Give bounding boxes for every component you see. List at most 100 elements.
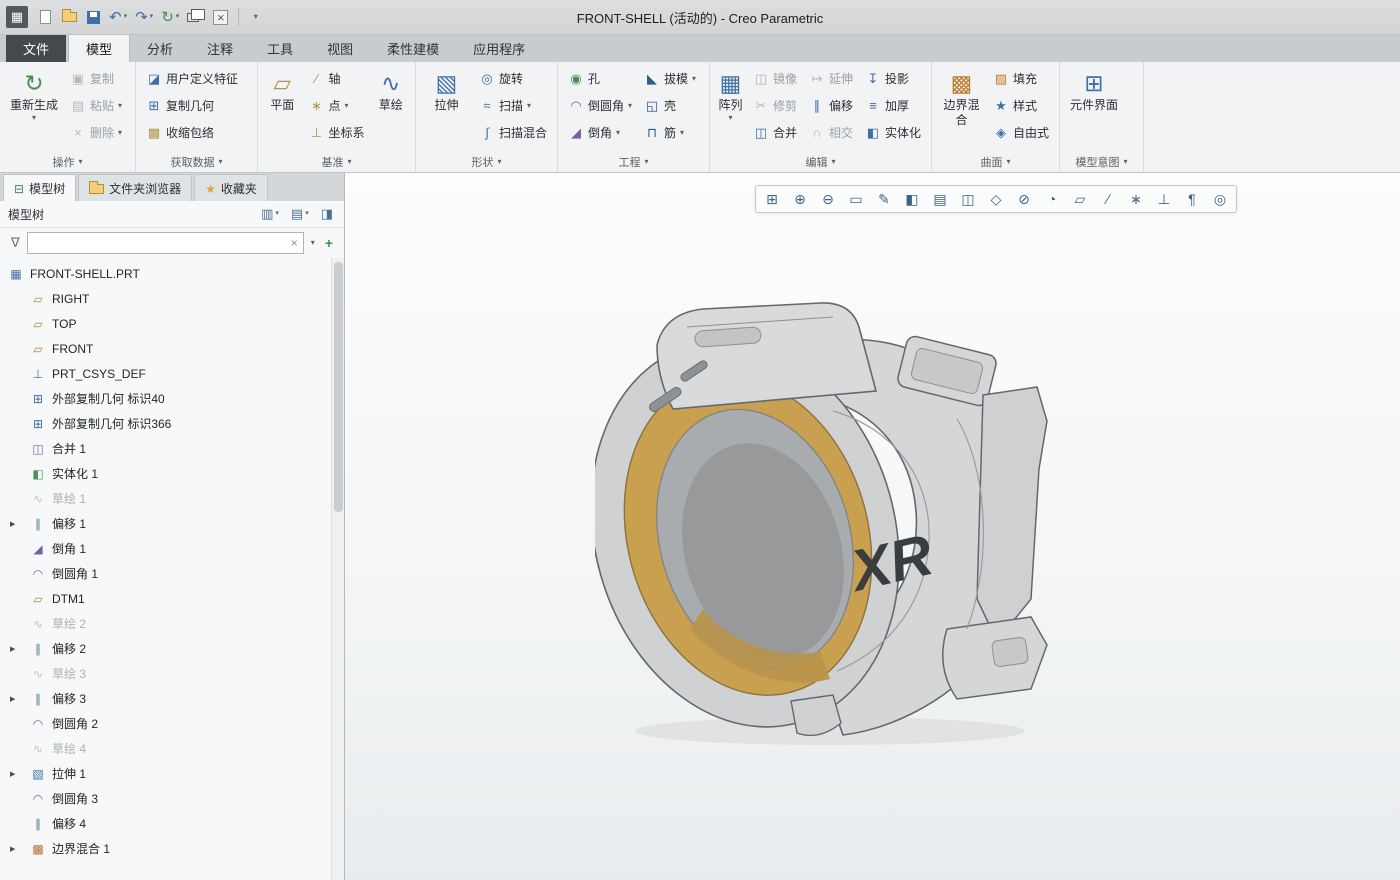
expand-arrow-icon[interactable]: ▶ <box>10 520 15 528</box>
axis-display-button[interactable]: ∕ <box>1094 187 1122 211</box>
tab-model-tree[interactable]: ⊟ 模型树 <box>3 174 76 201</box>
point-display-button[interactable]: ∗ <box>1122 187 1150 211</box>
datum-csys-button[interactable]: ⊥坐标系 <box>303 119 369 146</box>
fill-button[interactable]: ▨填充 <box>988 65 1054 92</box>
boundary-blend-button[interactable]: ▩ 边界混合 <box>937 65 986 129</box>
offset-button[interactable]: ∥偏移 <box>804 92 858 119</box>
tree-item[interactable]: ▱FRONT <box>0 336 344 361</box>
sweep-button[interactable]: ≈扫描▾ <box>474 92 552 119</box>
perspective-button[interactable]: ◇ <box>982 187 1010 211</box>
draft-button[interactable]: ◣拔模▾ <box>639 65 701 92</box>
tree-item[interactable]: ▶∥偏移 1 <box>0 511 344 536</box>
round-button[interactable]: ◠倒圆角▾ <box>563 92 637 119</box>
datum-point-button[interactable]: ∗点▾ <box>303 92 369 119</box>
section-button[interactable]: ⊘ <box>1010 187 1038 211</box>
solidify-button[interactable]: ◧实体化 <box>860 119 926 146</box>
tree-item[interactable]: ▱TOP <box>0 311 344 336</box>
shrinkwrap-button[interactable]: ▩收缩包络 <box>141 119 243 146</box>
tab-file[interactable]: 文件 <box>6 34 66 62</box>
udf-button[interactable]: ◪用户定义特征 <box>141 65 243 92</box>
tree-item[interactable]: ∿草绘 4 <box>0 736 344 761</box>
redo-caret-icon[interactable]: ▾ <box>150 12 154 22</box>
tree-item[interactable]: ◧实体化 1 <box>0 461 344 486</box>
spin-center-button[interactable]: ◎ <box>1206 187 1234 211</box>
clear-search-icon[interactable]: × <box>291 236 298 250</box>
tab-applications[interactable]: 应用程序 <box>456 34 542 62</box>
csys-display-button[interactable]: ⊥ <box>1150 187 1178 211</box>
datum-display-filters-button[interactable]: ▱ <box>1066 187 1094 211</box>
intersect-button[interactable]: ∩相交 <box>804 119 858 146</box>
tree-item[interactable]: ∥偏移 4 <box>0 811 344 836</box>
tree-item[interactable]: ▶∥偏移 2 <box>0 636 344 661</box>
undo-button[interactable]: ↶▾ <box>106 5 130 29</box>
tab-analysis[interactable]: 分析 <box>130 34 190 62</box>
tree-item[interactable]: ∿草绘 1 <box>0 486 344 511</box>
tree-item[interactable]: ◢倒角 1 <box>0 536 344 561</box>
tab-favorites[interactable]: ★ 收藏夹 <box>194 174 268 201</box>
expand-arrow-icon[interactable]: ▶ <box>10 770 15 778</box>
customize-toolbar-button[interactable]: ▾ <box>245 5 267 29</box>
group-label-operations[interactable]: 操作▾ <box>0 152 135 172</box>
tab-model[interactable]: 模型 <box>68 33 130 62</box>
hole-button[interactable]: ◉孔 <box>563 65 637 92</box>
tree-item[interactable]: ⊥PRT_CSYS_DEF <box>0 361 344 386</box>
close-window-button[interactable]: × <box>210 5 232 29</box>
chamfer-button[interactable]: ◢倒角▾ <box>563 119 637 146</box>
project-button[interactable]: ↧投影 <box>860 65 926 92</box>
tab-view[interactable]: 视图 <box>310 34 370 62</box>
zoom-box-button[interactable]: ⊞ <box>758 187 786 211</box>
tab-flex-modeling[interactable]: 柔性建模 <box>370 34 456 62</box>
tree-item[interactable]: ▶∥偏移 3 <box>0 686 344 711</box>
tree-item[interactable]: ▶▩边界混合 1 <box>0 836 344 861</box>
trim-button[interactable]: ✂修剪 <box>748 92 802 119</box>
tree-item[interactable]: ▶▧拉伸 1 <box>0 761 344 786</box>
zoom-out-button[interactable]: ⊖ <box>814 187 842 211</box>
graphics-area[interactable]: ⊞ ⊕ ⊖ ▭ ✎ ◧ ▤ ◫ ◇ ⊘ ◔ ▱ ∕ ∗ ⊥ ¶ ◎ <box>345 173 1400 880</box>
view-manager-button[interactable]: ◫ <box>954 187 982 211</box>
group-label-get-data[interactable]: 获取数据▾ <box>136 152 257 172</box>
tab-folder-browser[interactable]: 文件夹浏览器 <box>78 174 192 201</box>
regenerate-button[interactable]: ↻ 重新生成 ▾ <box>5 65 63 124</box>
scrollbar-thumb[interactable] <box>334 262 343 512</box>
delete-button[interactable]: ×删除▾ <box>65 119 127 146</box>
datum-axis-button[interactable]: ∕轴 <box>303 65 369 92</box>
pattern-button[interactable]: ▦ 阵列 ▾ <box>715 65 746 124</box>
copy-geometry-button[interactable]: ⊞复制几何 <box>141 92 243 119</box>
extrude-button[interactable]: ▧ 拉伸 <box>421 65 472 114</box>
extend-button[interactable]: ↦延伸 <box>804 65 858 92</box>
open-file-button[interactable] <box>58 5 80 29</box>
repaint-button[interactable]: ✎ <box>870 187 898 211</box>
tree-display-button[interactable]: ▤▾ <box>288 204 312 224</box>
regenerate-caret-icon[interactable]: ▾ <box>176 12 180 22</box>
tree-item[interactable]: ⊞外部复制几何 标识40 <box>0 386 344 411</box>
tree-item[interactable]: ∿草绘 3 <box>0 661 344 686</box>
group-label-model-intent[interactable]: 模型意图▾ <box>1060 152 1143 172</box>
filter-button[interactable]: ∇ <box>8 233 23 253</box>
tree-scrollbar[interactable] <box>331 258 344 880</box>
expand-arrow-icon[interactable]: ▶ <box>10 645 15 653</box>
paste-button[interactable]: ▤粘贴▾ <box>65 92 127 119</box>
model-3d-view[interactable]: XR <box>595 299 1065 749</box>
expand-arrow-icon[interactable]: ▶ <box>10 695 15 703</box>
group-label-shapes[interactable]: 形状▾ <box>416 152 557 172</box>
annotation-display-button[interactable]: ¶ <box>1178 187 1206 211</box>
refit-button[interactable]: ▭ <box>842 187 870 211</box>
tree-item[interactable]: ◫合并 1 <box>0 436 344 461</box>
regenerate-quick-button[interactable]: ↻▾ <box>158 5 182 29</box>
shell-button[interactable]: ◱壳 <box>639 92 701 119</box>
windows-button[interactable]: ▾ <box>184 5 208 29</box>
rib-button[interactable]: ⊓筋▾ <box>639 119 701 146</box>
tab-tools[interactable]: 工具 <box>250 34 310 62</box>
group-label-engineering[interactable]: 工程▾ <box>558 152 709 172</box>
app-logo-icon[interactable]: ▦ <box>6 6 28 28</box>
group-label-editing[interactable]: 编辑▾ <box>710 152 931 172</box>
tab-annotate[interactable]: 注释 <box>190 34 250 62</box>
group-label-datum[interactable]: 基准▾ <box>258 152 415 172</box>
panel-options-button[interactable]: ◨ <box>318 204 336 224</box>
tree-search-input[interactable] <box>33 236 287 250</box>
tree-item[interactable]: ∿草绘 2 <box>0 611 344 636</box>
tree-item[interactable]: ▱RIGHT <box>0 286 344 311</box>
tree-tools-button[interactable]: ▥▾ <box>258 204 282 224</box>
tree-item[interactable]: ▱DTM1 <box>0 586 344 611</box>
tree-item[interactable]: ◠倒圆角 3 <box>0 786 344 811</box>
